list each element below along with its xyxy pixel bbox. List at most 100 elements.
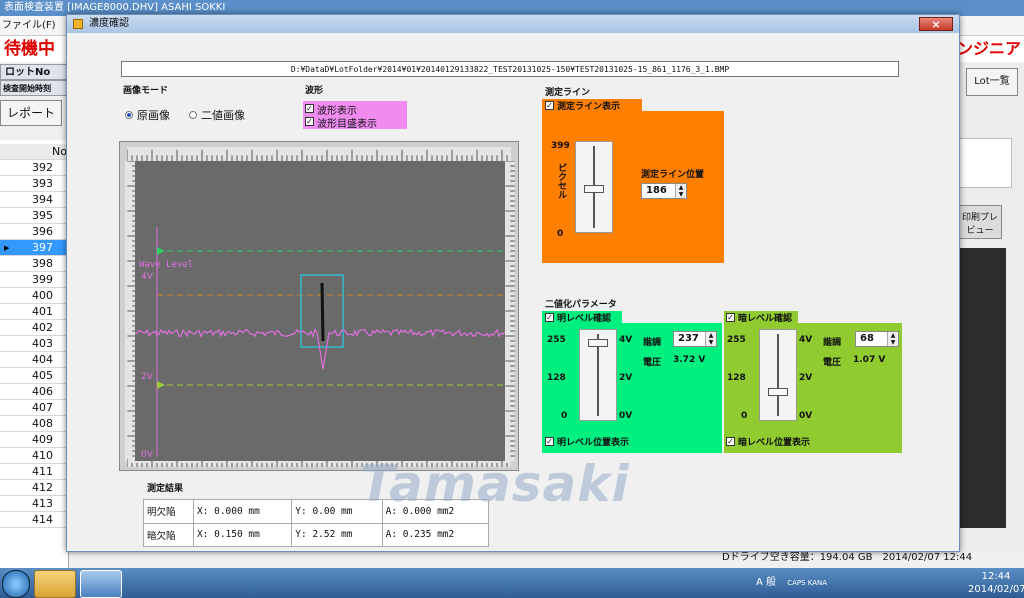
row-number: 407 xyxy=(32,401,53,414)
dark-level-slider[interactable] xyxy=(759,329,797,421)
lot-list-button[interactable]: Lot一覧 xyxy=(966,68,1018,96)
table-row[interactable]: 395 xyxy=(0,208,68,224)
dialog-title-bar[interactable]: 濃度確認 × xyxy=(67,15,959,33)
row-number: 392 xyxy=(32,161,53,174)
row-number: 402 xyxy=(32,321,53,334)
waveform-options: ✓ 波形表示 ✓ 波形目盛表示 xyxy=(303,101,407,130)
row-number: 405 xyxy=(32,369,53,382)
radio-original-image[interactable] xyxy=(125,111,133,119)
table-row[interactable]: 399 xyxy=(0,272,68,288)
file-path-field: D:¥DataD¥LotFolder¥2014¥01¥2014012913382… xyxy=(121,61,899,77)
image-mode-title: 画像モード xyxy=(123,86,169,96)
inspection-image[interactable]: Wave Level 4V 2V 0V xyxy=(135,161,505,461)
x-value: X: 0.000 mm xyxy=(192,499,293,524)
tick-4v: 4V xyxy=(141,272,154,282)
slider-thumb[interactable] xyxy=(584,185,604,194)
x-value: X: 0.150 mm xyxy=(192,522,293,547)
bright-position-show-checkbox[interactable]: ✓ xyxy=(545,437,554,446)
table-row[interactable]: 408 xyxy=(0,416,68,432)
table-row[interactable]: 398 xyxy=(0,256,68,272)
table-header: No xyxy=(0,144,68,160)
table-row[interactable]: 413 xyxy=(0,496,68,512)
table-row[interactable]: 401 xyxy=(0,304,68,320)
table-row[interactable]: 400 xyxy=(0,288,68,304)
row-number: 395 xyxy=(32,209,53,222)
measure-line-position-label: 測定ライン位置 xyxy=(641,170,705,180)
dark-volt-2v: 2V xyxy=(799,373,813,383)
radio-binary-image[interactable] xyxy=(189,111,197,119)
taskbar-clock[interactable]: 12:44 2014/02/07 xyxy=(968,570,1024,598)
table-row[interactable]: 393 xyxy=(0,176,68,192)
spin-arrows[interactable]: ▲ ▼ xyxy=(705,332,716,346)
lot-number-label: ロットNo xyxy=(0,64,68,80)
bright-level-check-label: 明レベル確認 xyxy=(557,314,612,324)
table-row[interactable]: 403 xyxy=(0,336,68,352)
app-window-icon[interactable] xyxy=(80,570,122,598)
table-row[interactable]: 412 xyxy=(0,480,68,496)
slider-thumb[interactable] xyxy=(768,388,788,397)
row-number: 397 xyxy=(32,241,53,254)
table-row[interactable]: 397 ▶ xyxy=(0,240,68,256)
show-measure-line-checkbox[interactable]: ✓ xyxy=(545,101,554,110)
report-button[interactable]: レポート xyxy=(0,100,62,126)
table-row[interactable]: 407 xyxy=(0,400,68,416)
table-row[interactable]: 406 xyxy=(0,384,68,400)
dark-position-show-checkbox[interactable]: ✓ xyxy=(726,437,735,446)
row-number: 406 xyxy=(32,385,53,398)
start-button[interactable] xyxy=(2,570,30,598)
dialog-title: 濃度確認 xyxy=(89,18,129,29)
bright-voltage-value: 3.72 V xyxy=(673,355,706,365)
y-value: Y: 2.52 mm xyxy=(291,522,383,547)
wave-level-label: Wave Level xyxy=(139,260,193,270)
dark-voltage-value: 1.07 V xyxy=(853,355,886,365)
menu-file[interactable]: ファイル(F) xyxy=(2,20,56,31)
spin-arrows[interactable]: ▲ ▼ xyxy=(675,184,686,198)
start-time-label: 検査開始時刻 xyxy=(0,80,68,96)
dark-gradation-input[interactable]: 68 ▲ ▼ xyxy=(855,331,899,347)
defect-scratch xyxy=(320,282,325,342)
table-row[interactable]: 402 xyxy=(0,320,68,336)
status-indicator: 待機中 xyxy=(0,36,70,62)
row-number: 411 xyxy=(32,465,53,478)
bright-position-show-label: 明レベル位置表示 xyxy=(557,438,630,448)
row-number: 414 xyxy=(32,513,53,526)
row-number: 401 xyxy=(32,305,53,318)
row-number: 399 xyxy=(32,273,53,286)
area-value: A: 0.235 mm2 xyxy=(381,522,490,547)
table-row[interactable]: 396 xyxy=(0,224,68,240)
bright-level-check-checkbox[interactable]: ✓ xyxy=(545,313,554,322)
show-wave-checkbox[interactable]: ✓ xyxy=(305,104,314,113)
measure-line-position-input[interactable]: 186 ▲ ▼ xyxy=(641,183,687,199)
row-number: 400 xyxy=(32,289,53,302)
row-number: 412 xyxy=(32,481,53,494)
table-row[interactable]: 409 xyxy=(0,432,68,448)
dialog-app-icon xyxy=(73,19,83,29)
dark-volt-0v: 0V xyxy=(799,411,813,421)
ime-indicator[interactable]: A 般 xyxy=(756,577,776,588)
axis-min: 0 xyxy=(557,229,564,239)
measure-line-slider[interactable] xyxy=(575,141,613,233)
table-row[interactable]: 404 xyxy=(0,352,68,368)
info-box xyxy=(958,138,1012,188)
table-row[interactable]: 411 xyxy=(0,464,68,480)
close-button[interactable]: × xyxy=(919,17,953,31)
bright-level-slider[interactable] xyxy=(579,329,617,421)
show-grid-label: 波形目盛表示 xyxy=(317,119,377,130)
row-label: 暗欠陥 xyxy=(143,522,194,547)
folder-icon[interactable] xyxy=(34,570,76,598)
print-preview-button[interactable]: 印刷プレビュー xyxy=(958,205,1002,239)
show-grid-checkbox[interactable]: ✓ xyxy=(305,117,314,126)
tick-0v: 0V xyxy=(141,450,154,460)
table-row[interactable]: 392 xyxy=(0,160,68,176)
dark-scale-0: 0 xyxy=(741,411,748,421)
table-row[interactable]: 405 xyxy=(0,368,68,384)
spin-arrows[interactable]: ▲ ▼ xyxy=(887,332,898,346)
bright-gradation-value: 237 xyxy=(678,333,699,344)
table-row[interactable]: 410 xyxy=(0,448,68,464)
table-row[interactable]: 394 xyxy=(0,192,68,208)
table-row[interactable]: 414 xyxy=(0,512,68,528)
dark-level-check-checkbox[interactable]: ✓ xyxy=(726,313,735,322)
axis-title: ピクセル xyxy=(556,163,566,199)
slider-thumb[interactable] xyxy=(588,339,608,348)
bright-gradation-input[interactable]: 237 ▲ ▼ xyxy=(673,331,717,347)
